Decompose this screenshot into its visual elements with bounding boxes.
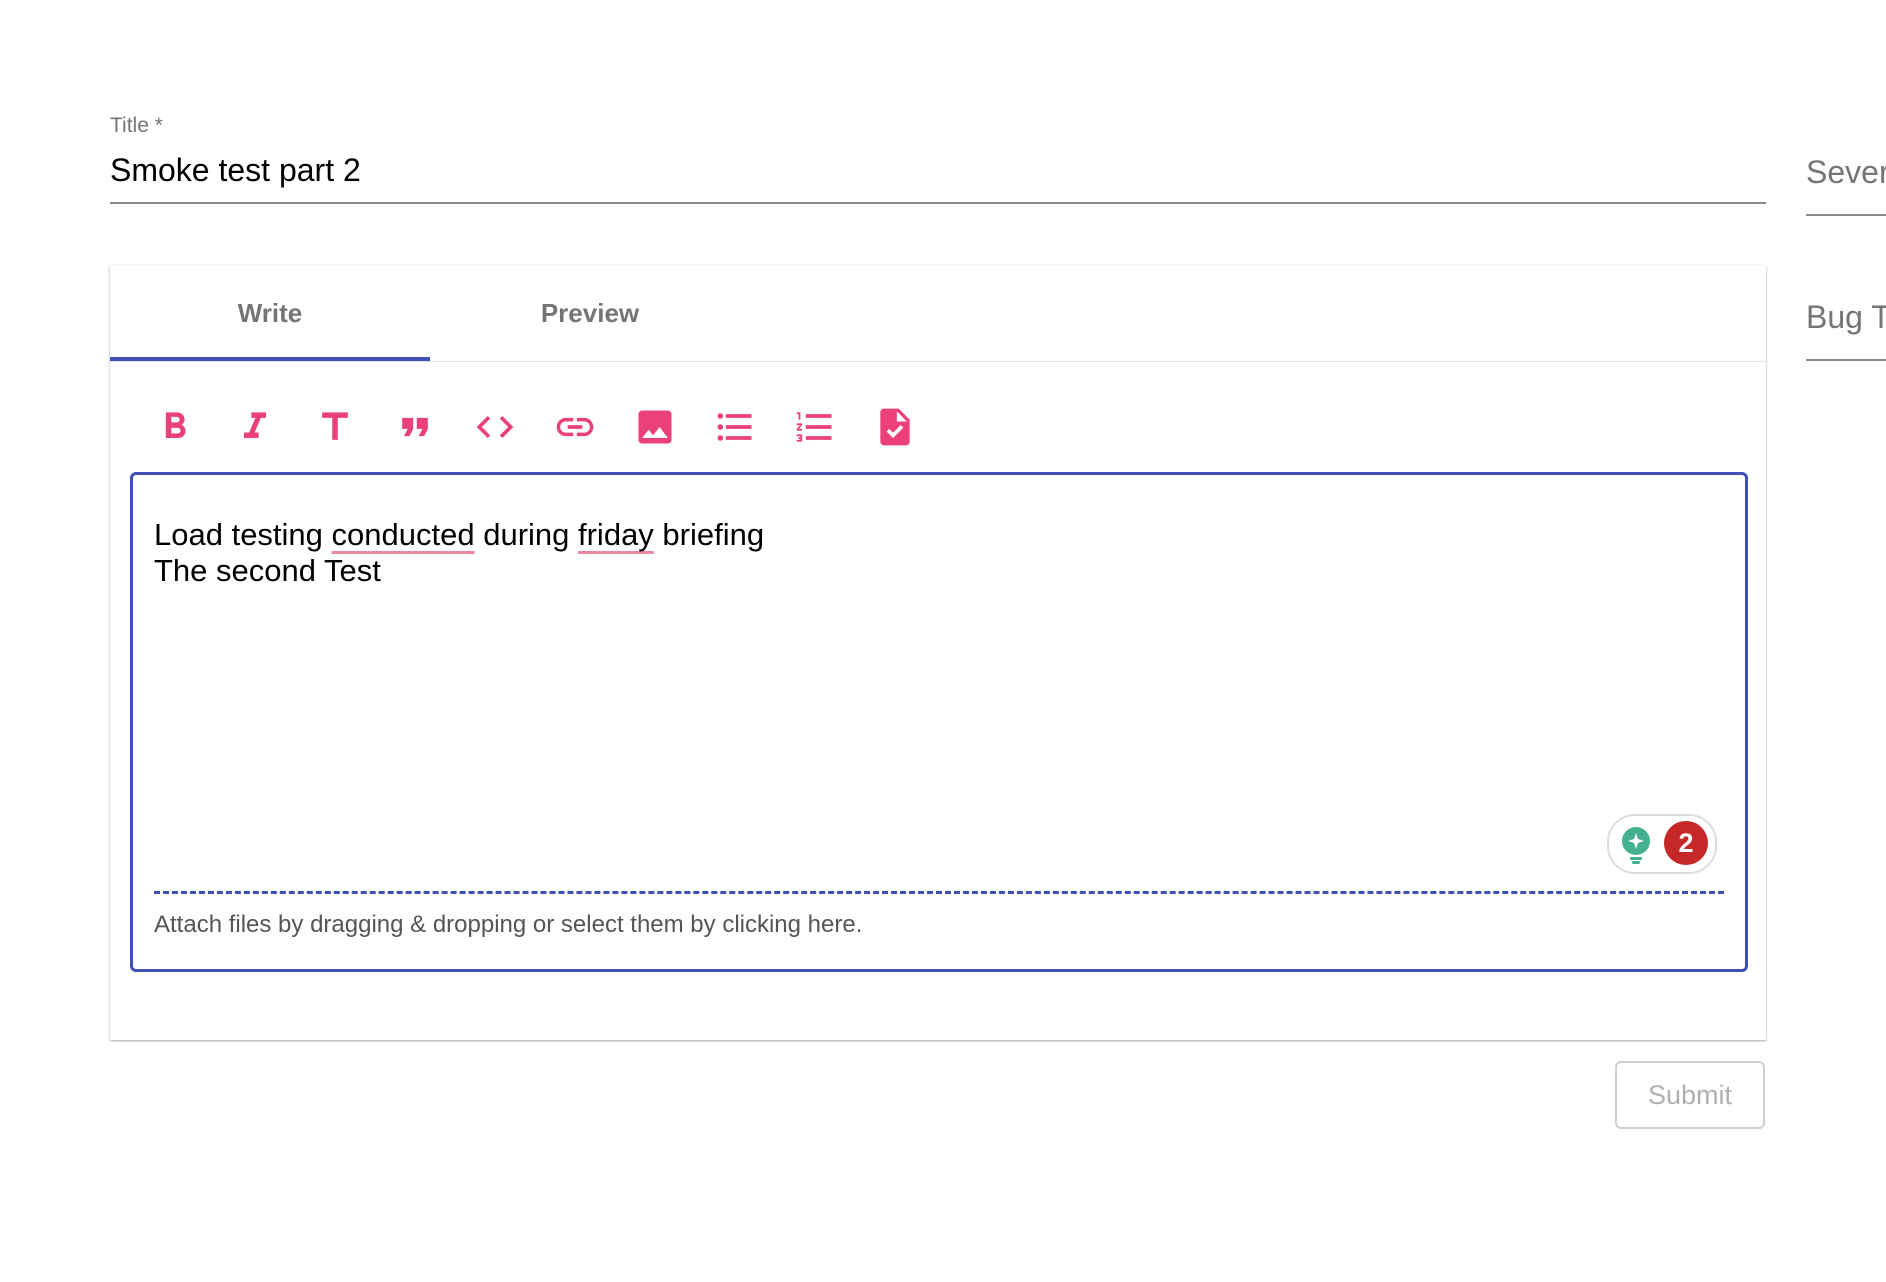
editor-tabs: Write Preview	[110, 265, 1766, 362]
severity-underline	[1806, 214, 1886, 216]
quote-icon[interactable]	[385, 397, 445, 457]
bug-type-field[interactable]: Bug T	[1806, 295, 1886, 365]
title-input[interactable]: Smoke test part 2	[110, 152, 361, 189]
dropzone-divider	[154, 891, 1724, 894]
bold-icon[interactable]	[145, 397, 205, 457]
tab-write[interactable]: Write	[110, 265, 430, 361]
numbered-list-icon[interactable]	[785, 397, 845, 457]
text-line-2: The second Test	[154, 553, 381, 588]
attach-files-area[interactable]: Attach files by dragging & dropping or s…	[154, 911, 862, 939]
misspelled-word[interactable]: conducted	[332, 517, 475, 552]
description-text[interactable]: Load testing conducted during friday bri…	[154, 517, 764, 589]
title-field[interactable]: Title * Smoke test part 2	[110, 110, 1766, 205]
grammar-checker-widget[interactable]: 2	[1607, 814, 1717, 874]
submit-button[interactable]: Submit	[1615, 1061, 1765, 1129]
tab-preview[interactable]: Preview	[430, 265, 750, 361]
issue-count-badge: 2	[1664, 821, 1708, 865]
header-icon[interactable]	[305, 397, 365, 457]
text-line-1: Load testing conducted during friday bri…	[154, 517, 765, 552]
severity-label: Sever	[1806, 154, 1886, 190]
markdown-editor: Write Preview Load testing conducted dur…	[110, 265, 1766, 1040]
italic-icon[interactable]	[225, 397, 285, 457]
task-list-icon[interactable]	[865, 397, 925, 457]
bulleted-list-icon[interactable]	[705, 397, 765, 457]
severity-field[interactable]: Sever	[1806, 150, 1886, 220]
lightbulb-icon	[1622, 827, 1650, 864]
image-icon[interactable]	[625, 397, 685, 457]
title-label: Title *	[110, 114, 163, 137]
link-icon[interactable]	[545, 397, 605, 457]
bug-type-underline	[1806, 359, 1886, 361]
description-textarea[interactable]: Load testing conducted during friday bri…	[130, 472, 1748, 972]
misspelled-word[interactable]: friday	[578, 517, 654, 552]
title-underline	[110, 202, 1766, 204]
code-icon[interactable]	[465, 397, 525, 457]
bug-type-label: Bug T	[1806, 299, 1886, 335]
active-tab-indicator	[110, 357, 430, 361]
